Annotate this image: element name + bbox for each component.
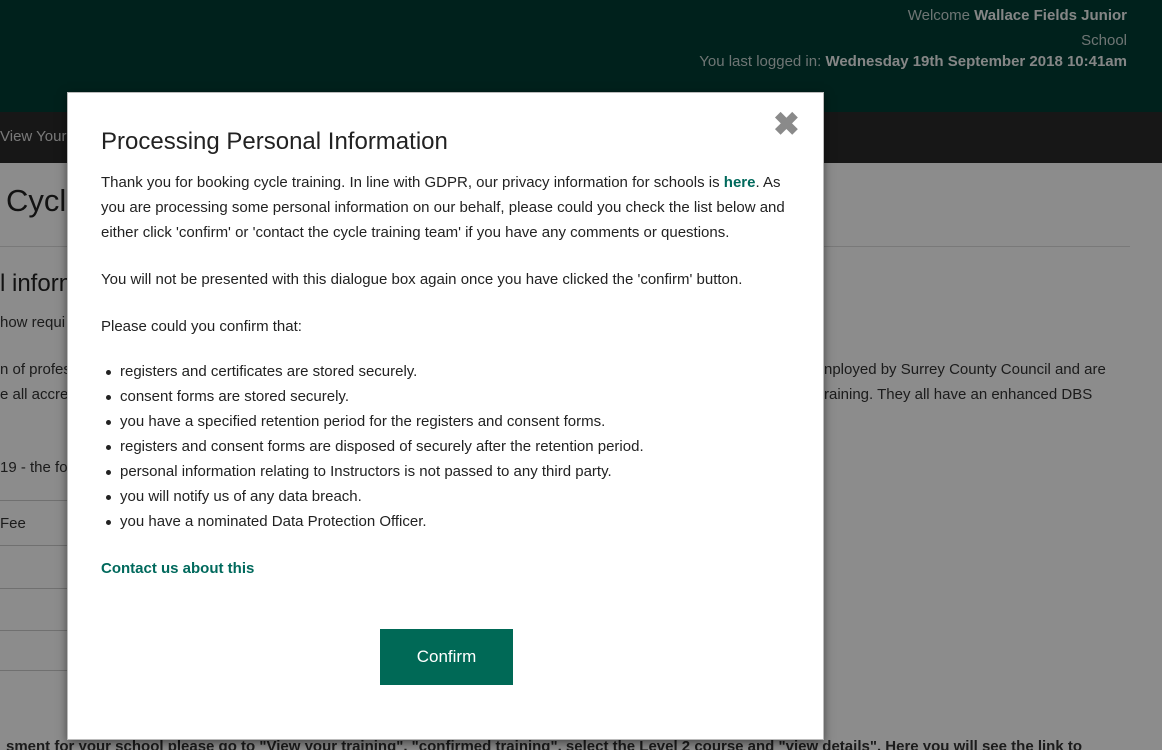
notice-paragraph: You will not be presented with this dial… xyxy=(101,271,743,288)
intro-paragraph: Thank you for booking cycle training. In… xyxy=(101,170,791,245)
confirm-button[interactable]: Confirm xyxy=(380,629,513,685)
list-item: consent forms are stored securely. xyxy=(101,384,791,409)
list-item: you have a specified retention period fo… xyxy=(101,409,791,434)
list-item: registers and consent forms are disposed… xyxy=(101,434,791,459)
contact-us-link[interactable]: Contact us about this xyxy=(101,556,254,581)
list-item: registers and certificates are stored se… xyxy=(101,359,791,384)
dialog-body: Thank you for booking cycle training. In… xyxy=(101,170,791,581)
dialog-title: Processing Personal Information xyxy=(101,128,448,155)
privacy-dialog: ✖ Processing Personal Information Thank … xyxy=(67,92,824,740)
privacy-info-link[interactable]: here xyxy=(724,174,756,191)
intro-text: Thank you for booking cycle training. In… xyxy=(101,174,724,191)
page: Welcome Wallace Fields Junior School You… xyxy=(0,0,1162,750)
confirm-prompt: Please could you confirm that: xyxy=(101,318,302,335)
confirmation-list: registers and certificates are stored se… xyxy=(101,359,791,534)
list-item: you will notify us of any data breach. xyxy=(101,484,791,509)
close-icon[interactable]: ✖ xyxy=(773,108,800,140)
list-item: personal information relating to Instruc… xyxy=(101,459,791,484)
list-item: you have a nominated Data Protection Off… xyxy=(101,509,791,534)
